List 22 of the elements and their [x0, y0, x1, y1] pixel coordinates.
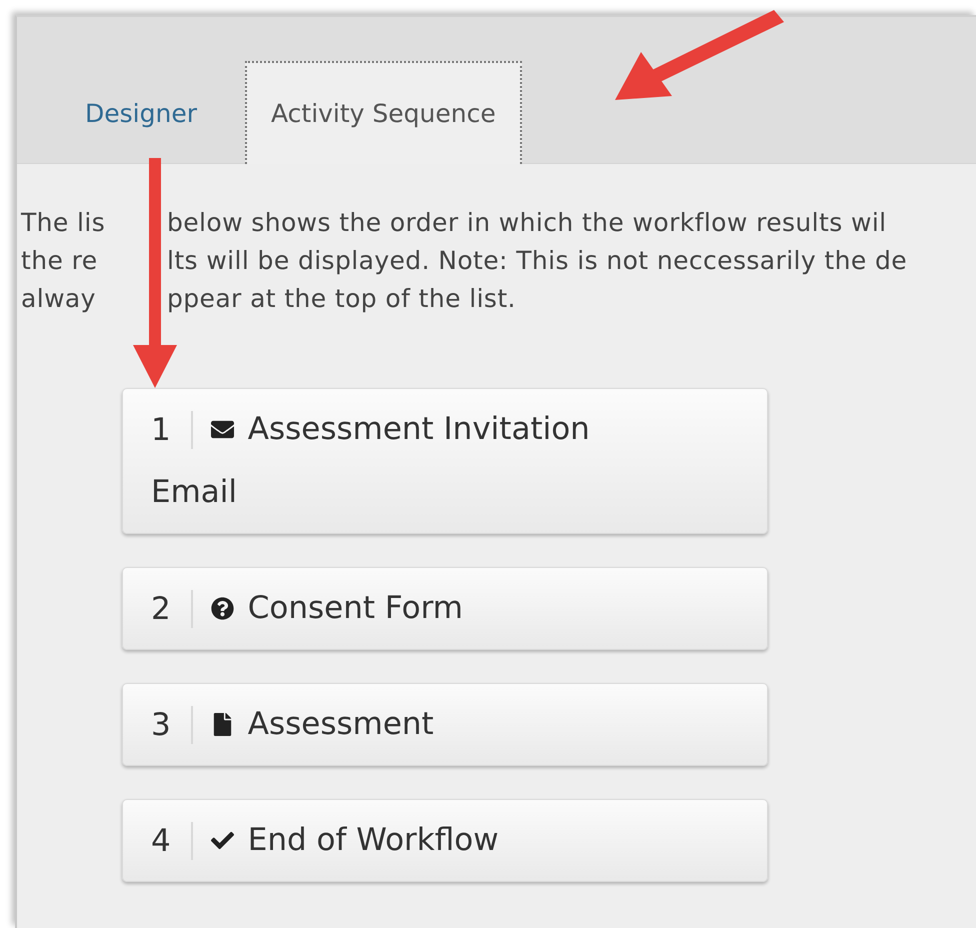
activity-label: Consent Form [248, 590, 463, 626]
tab[interactable]: Designer [59, 61, 223, 164]
activity-label: Assessment [248, 706, 434, 742]
activity-label: Assessment Invitation [248, 411, 590, 448]
description-text: ppear at the top of the list. [167, 283, 516, 315]
activity-label: Email [151, 474, 238, 510]
item-number: 4 [151, 822, 193, 860]
description-text: alway [21, 283, 97, 315]
description-text: below shows the order in which the workflow results wil [167, 207, 887, 239]
question-icon [210, 597, 234, 620]
activity-item[interactable]: 4 End of Workflow [122, 799, 768, 882]
description-text: The lis [21, 207, 106, 239]
activity-item[interactable]: 2 Consent Form [122, 567, 768, 650]
description-text: the re [21, 245, 98, 277]
activity-label: End of Workflow [248, 822, 499, 858]
description-text: lts will be displayed. Note: This is not neccessarily the de [167, 245, 908, 277]
activity-item[interactable]: 3 Assessment [122, 683, 768, 766]
item-number: 3 [151, 706, 193, 744]
activity-item[interactable]: 1 Assessment Invitation Email [122, 388, 768, 534]
item-number: 1 [151, 410, 193, 449]
item-number: 2 [151, 590, 193, 628]
tab[interactable]: Activity Sequence [244, 61, 522, 164]
